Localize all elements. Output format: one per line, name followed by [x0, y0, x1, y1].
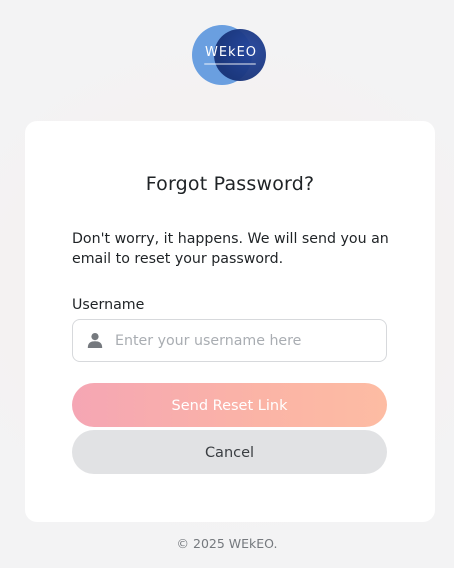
username-input[interactable] — [115, 320, 380, 361]
description-text: Don't worry, it happens. We will send yo… — [72, 231, 389, 267]
username-label: Username — [72, 297, 145, 313]
username-field[interactable] — [72, 319, 387, 362]
cancel-button[interactable]: Cancel — [72, 430, 387, 474]
send-reset-link-button[interactable]: Send Reset Link — [72, 383, 387, 427]
page-title: Forgot Password? — [145, 173, 315, 195]
user-icon — [87, 332, 103, 348]
logo-tagline-mark — [204, 63, 256, 65]
wekeo-logo: WEkEO — [192, 25, 270, 85]
copyright-footer: © 2025 WEkEO. — [176, 536, 278, 551]
logo-wordmark: WEkEO — [204, 45, 258, 60]
forgot-password-card: Forgot Password? Don't worry, it happens… — [25, 121, 435, 522]
